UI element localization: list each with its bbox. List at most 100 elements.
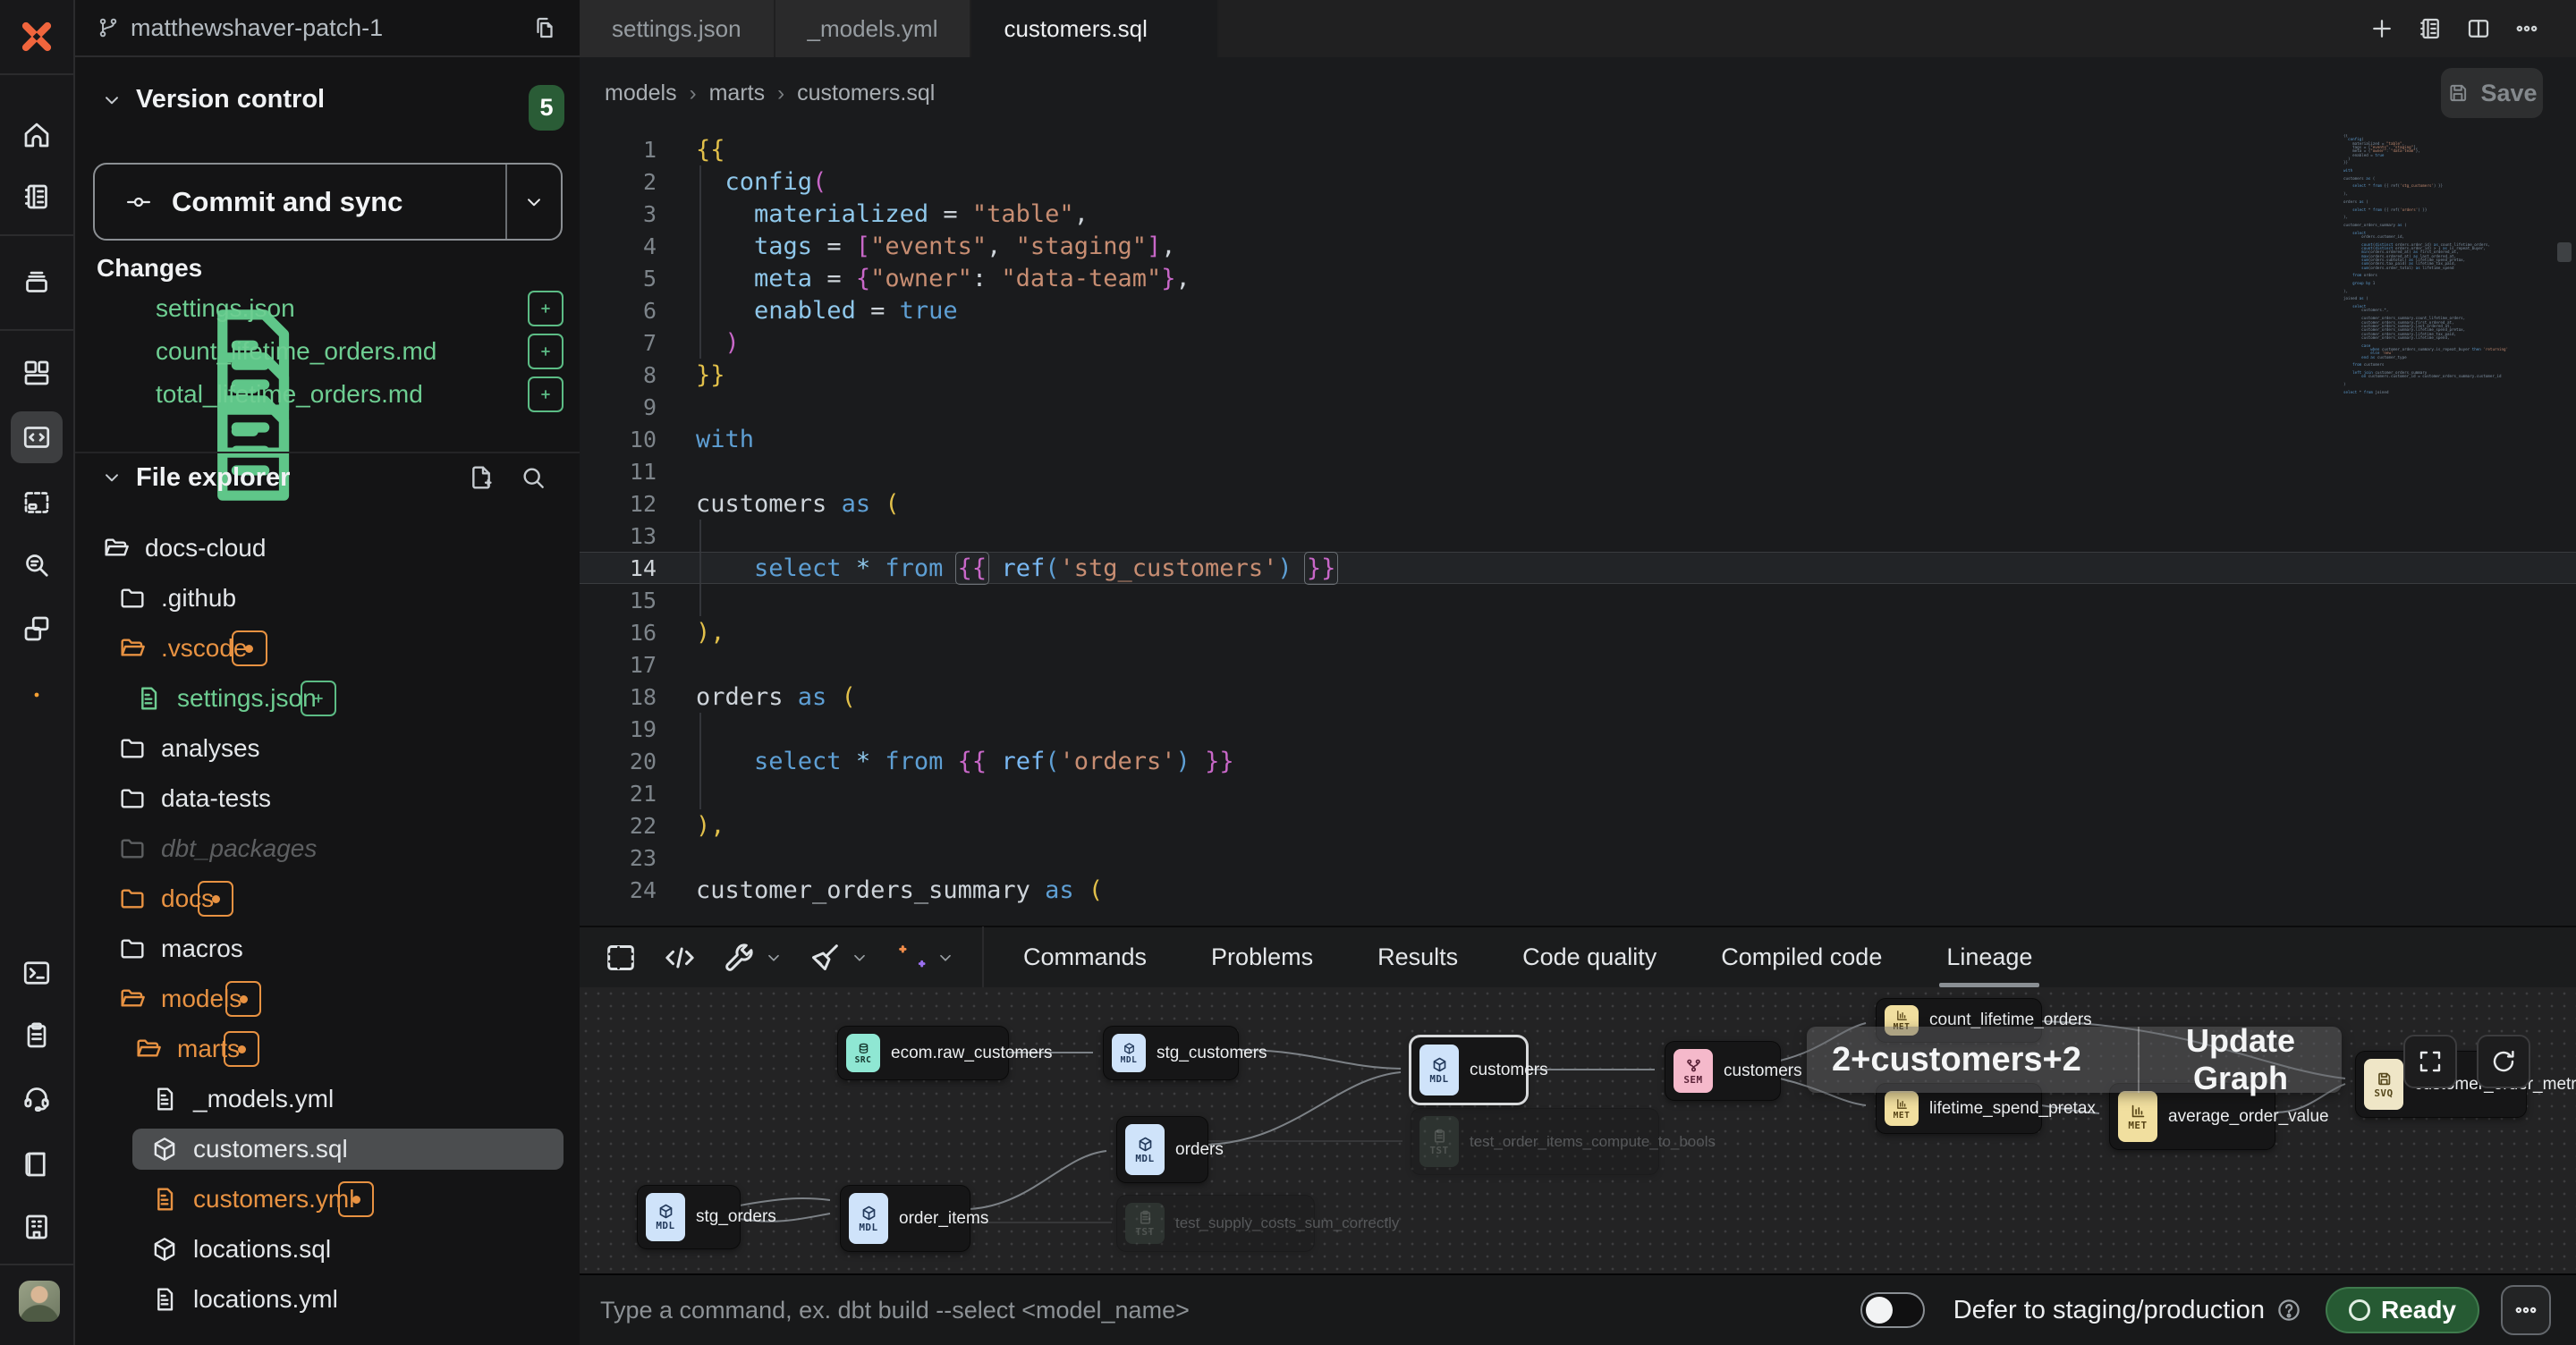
lineage-refresh-button[interactable] (2477, 1035, 2530, 1088)
code-line[interactable]: 24customer_orders_summary as ( (580, 874, 2576, 906)
file-tree-item[interactable]: docs (75, 874, 580, 924)
file-tree-item[interactable]: customers.sql (75, 1124, 580, 1174)
code-line[interactable]: 9 (580, 391, 2576, 423)
commit-and-sync-button[interactable]: Commit and sync (93, 163, 563, 241)
code-line[interactable]: 10with (580, 423, 2576, 455)
code-editor-icon[interactable] (11, 411, 63, 463)
code-line[interactable]: 3 materialized = "table", (580, 198, 2576, 230)
tab-overflow-icon[interactable] (2513, 15, 2540, 42)
code-line-current[interactable]: 14 select * from {{ ref('stg_customers')… (580, 552, 2576, 584)
terminal-icon[interactable] (11, 947, 63, 999)
panel-tab-lineage[interactable]: Lineage (1946, 927, 2032, 987)
changelog-clipboard-icon[interactable] (11, 1010, 63, 1062)
code-line[interactable]: 4 tags = ["events", "staging"], (580, 230, 2576, 262)
wrench-options-chevron[interactable] (764, 948, 784, 968)
command-input[interactable]: Type a command, ex. dbt build --select <… (600, 1297, 1860, 1324)
file-tree-item[interactable]: models (75, 974, 580, 1024)
lineage-fullscreen-button[interactable] (2403, 1035, 2457, 1088)
breadcrumb-item[interactable]: marts (709, 80, 766, 106)
code-line[interactable]: 18orders as ( (580, 681, 2576, 713)
file-tree-item[interactable]: analyses (75, 723, 580, 774)
editor-tab[interactable]: settings.json (580, 0, 775, 57)
file-tree-item[interactable]: data-tests (75, 774, 580, 824)
lineage-node-tst[interactable]: TST test_supply_costs_sum_correctly (1117, 1196, 1314, 1251)
new-file-icon[interactable] (467, 463, 496, 492)
lineage-node-sem[interactable]: SEM customers (1665, 1042, 1780, 1100)
file-tree-item[interactable]: customers.yml (75, 1174, 580, 1224)
open-editors-icon[interactable] (2417, 15, 2444, 42)
lineage-node-mdl[interactable]: MDL stg_orders (638, 1186, 740, 1248)
file-tree-item[interactable]: locations.yml (75, 1274, 580, 1324)
update-graph-button[interactable]: Update Graph (2140, 1022, 2342, 1097)
wand-options-chevron[interactable] (936, 948, 955, 968)
code-line[interactable]: 1{{ (580, 133, 2576, 165)
results-table-icon[interactable] (603, 940, 639, 976)
new-tab-plus-icon[interactable] (2368, 15, 2395, 42)
ai-fix-wand-icon[interactable] (893, 940, 928, 976)
home-icon[interactable] (11, 109, 63, 161)
file-search-icon[interactable] (519, 463, 547, 492)
format-broom-icon[interactable] (807, 940, 843, 976)
copy-icon[interactable] (531, 14, 558, 41)
panel-tab-commands[interactable]: Commands (1023, 927, 1147, 987)
branch-row[interactable]: matthewshaver-patch-1 (75, 0, 580, 57)
dbt-logo[interactable] (0, 0, 73, 75)
lineage-node-tst[interactable]: TST test_order_items_compute_to_bools (1411, 1109, 1658, 1174)
organization-icon[interactable] (11, 1201, 63, 1253)
stage-file-button[interactable] (301, 681, 336, 716)
code-line[interactable]: 20 select * from {{ ref('orders') }} (580, 745, 2576, 777)
code-line[interactable]: 15 (580, 584, 2576, 616)
lineage-node-mdl[interactable]: MDL order_items (841, 1186, 970, 1251)
editor-tab[interactable]: _models.yml (775, 0, 972, 57)
editor-scrollbar[interactable] (2555, 130, 2574, 926)
query-explorer-icon[interactable] (11, 539, 63, 591)
code-line[interactable]: 23 (580, 842, 2576, 874)
changed-file-row[interactable]: count_lifetime_orders.md (75, 330, 580, 373)
stage-file-button[interactable] (528, 291, 564, 326)
code-line[interactable]: 5 meta = {"owner": "data-team"}, (580, 262, 2576, 294)
code-line[interactable]: 7 ) (580, 326, 2576, 359)
code-line[interactable]: 22), (580, 809, 2576, 842)
code-line[interactable]: 11 (580, 455, 2576, 487)
lineage-selector-input[interactable]: 2+customers+2 (1807, 1041, 2138, 1079)
notebook-icon[interactable] (11, 171, 63, 223)
code-editor[interactable]: 1{{2 config(3 materialized = "table",4 t… (580, 130, 2576, 926)
file-tree-item[interactable]: locations.sql (75, 1224, 580, 1274)
status-more-button[interactable] (2501, 1285, 2551, 1335)
code-line[interactable]: 8}} (580, 359, 2576, 391)
file-tree-item[interactable]: marts (75, 1024, 580, 1074)
panel-tab-code-quality[interactable]: Code quality (1522, 927, 1657, 987)
code-line[interactable]: 21 (580, 777, 2576, 809)
code-line[interactable]: 6 enabled = true (580, 294, 2576, 326)
file-tree-item[interactable]: dbt_packages (75, 824, 580, 874)
panel-tab-compiled-code[interactable]: Compiled code (1721, 927, 1882, 987)
version-control-header[interactable]: Version control (100, 85, 325, 114)
user-avatar[interactable] (19, 1281, 60, 1322)
split-editor-icon[interactable] (2465, 15, 2492, 42)
build-wrench-icon[interactable] (721, 940, 757, 976)
broom-options-chevron[interactable] (850, 948, 869, 968)
compile-code-icon[interactable] (662, 940, 698, 976)
save-button[interactable]: Save (2441, 68, 2543, 118)
lineage-node-mdl[interactable]: MDL customers (1411, 1037, 1526, 1103)
lineage-node-mdl[interactable]: MDL stg_customers (1104, 1027, 1238, 1079)
lineage-node-src[interactable]: SRC ecom.raw_customers (838, 1027, 1008, 1079)
breadcrumb[interactable]: models›marts›customers.sql (605, 80, 935, 106)
editor-minimap[interactable]: {{ config( materialized = "table", tags … (2343, 134, 2549, 402)
docs-book-icon[interactable] (11, 1138, 63, 1190)
code-line[interactable]: 16), (580, 616, 2576, 648)
lineage-node-mdl[interactable]: MDL orders (1117, 1117, 1208, 1182)
stage-file-button[interactable] (528, 334, 564, 369)
panel-tab-results[interactable]: Results (1377, 927, 1458, 987)
dashboard-grid-icon[interactable] (11, 347, 63, 399)
file-tree-item[interactable]: settings.json (75, 673, 580, 723)
code-line[interactable]: 17 (580, 648, 2576, 681)
close-icon[interactable] (1165, 19, 1185, 38)
file-tree-item[interactable]: macros (75, 924, 580, 974)
visual-editor-icon[interactable] (11, 477, 63, 529)
commit-options-caret[interactable] (505, 165, 561, 239)
code-line[interactable]: 2 config( (580, 165, 2576, 198)
file-tree-item[interactable]: .vscode (75, 623, 580, 673)
breadcrumb-item[interactable]: models (605, 80, 677, 106)
support-headset-icon[interactable] (11, 1072, 63, 1124)
